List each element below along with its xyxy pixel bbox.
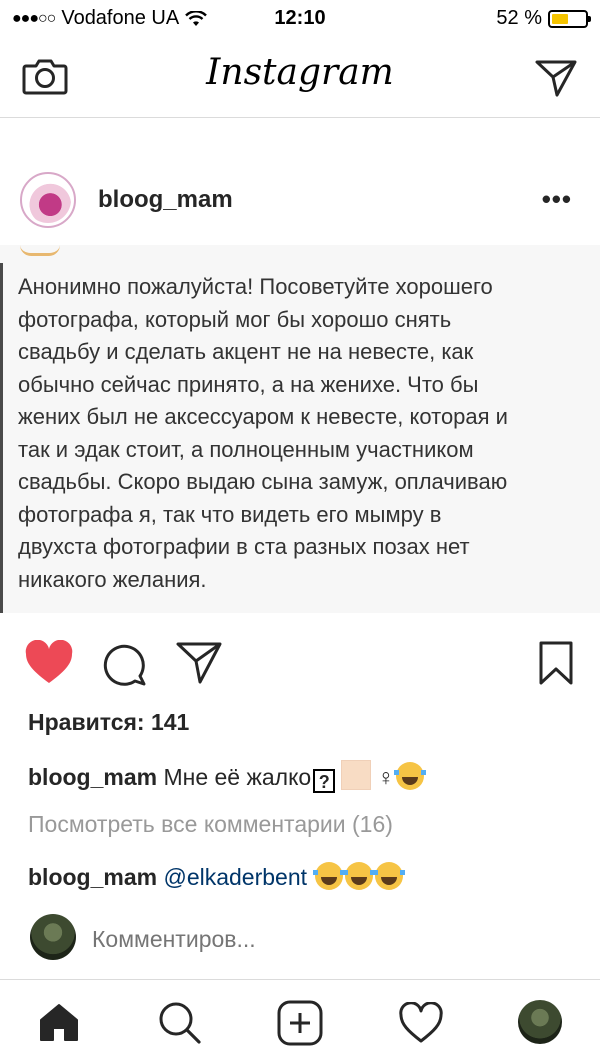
caption-username[interactable]: bloog_mam [28, 764, 157, 790]
caption-text: Мне её жалко [163, 764, 312, 790]
home-icon[interactable] [38, 1002, 80, 1042]
share-icon[interactable] [175, 640, 223, 686]
image-top-decoration [20, 245, 60, 256]
avatar[interactable] [20, 172, 76, 228]
comment-mention[interactable]: @elkaderbent [163, 864, 307, 890]
battery-group: 52 % [496, 7, 591, 30]
status-bar: ●●●○○ Vodafone UA 12:10 52 % [0, 0, 600, 38]
battery-percent: 52 % [496, 7, 542, 29]
quote-bar [0, 263, 3, 613]
post-image[interactable]: Анонимно пожалуйста! Посоветуйте хорошег… [0, 245, 600, 613]
more-options-icon[interactable]: ••• [542, 184, 572, 215]
comment-row: bloog_mam @elkaderbent [28, 862, 406, 891]
skin-tone-modifier [341, 760, 372, 790]
search-icon[interactable] [157, 1000, 201, 1044]
post-image-text: Анонимно пожалуйста! Посоветуйте хорошег… [18, 274, 508, 592]
bottom-tab-bar [0, 979, 600, 1063]
add-comment-row [0, 910, 600, 966]
comment-input[interactable] [92, 926, 492, 953]
missing-glyph-box: ? [313, 769, 336, 793]
comment-username[interactable]: bloog_mam [28, 864, 157, 890]
post-actions [0, 632, 600, 692]
post-username[interactable]: bloog_mam [98, 186, 233, 214]
paper-plane-icon[interactable] [534, 58, 578, 98]
tears-of-joy-emoji-icon [373, 862, 406, 890]
caption: bloog_mam Мне её жалко? ♀ [28, 760, 427, 793]
post-header: bloog_mam ••• [0, 160, 600, 240]
battery-icon [548, 9, 591, 28]
comment-icon[interactable] [100, 640, 148, 688]
bookmark-icon[interactable] [538, 640, 574, 686]
current-user-avatar [30, 914, 76, 960]
tears-of-joy-emoji-icon [343, 862, 376, 890]
instagram-logo: Instagram [206, 52, 394, 93]
female-sign: ♀ [377, 764, 395, 790]
nav-bar: Instagram [0, 38, 600, 118]
tears-of-joy-emoji-icon [394, 762, 427, 790]
likes-count[interactable]: Нравится: 141 [28, 709, 189, 736]
view-all-comments-link[interactable]: Посмотреть все комментарии (16) [28, 811, 393, 838]
profile-tab-avatar[interactable] [518, 1000, 562, 1044]
heart-filled-icon[interactable] [24, 640, 74, 686]
new-post-icon[interactable] [277, 1000, 323, 1046]
activity-heart-icon[interactable] [398, 1002, 444, 1044]
tears-of-joy-emoji-icon [313, 862, 346, 890]
